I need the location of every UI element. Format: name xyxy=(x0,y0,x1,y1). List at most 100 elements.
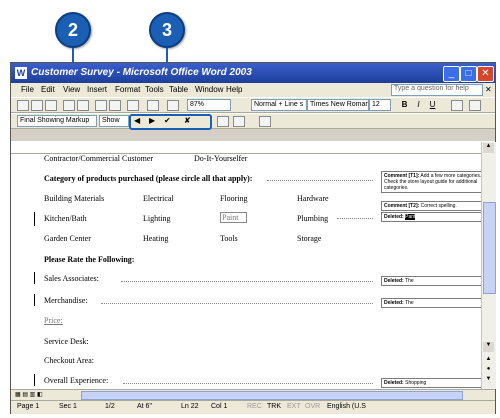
vertical-ruler[interactable] xyxy=(11,154,26,389)
category-heading: Category of products purchased (please c… xyxy=(44,174,253,183)
select-browse-object-icon[interactable]: ● xyxy=(483,366,494,375)
callout-3: 3 xyxy=(149,12,185,48)
deleted-balloon-3[interactable]: Deleted: The xyxy=(381,298,481,308)
status-page: Page 1 xyxy=(17,403,40,410)
menu-window[interactable]: Window xyxy=(195,85,223,94)
menu-table[interactable]: Table xyxy=(169,85,188,94)
rate-service-desk: Service Desk: xyxy=(44,337,89,346)
menu-help[interactable]: Help xyxy=(226,85,242,94)
close-document-icon[interactable]: ✕ xyxy=(485,85,492,94)
comment-2-text: Correct spelling. xyxy=(420,203,457,209)
deleted-1-label: Deleted: xyxy=(384,214,404,220)
menu-file[interactable]: File xyxy=(21,85,34,94)
line-spacing-icon[interactable] xyxy=(451,100,463,111)
horizontal-ruler[interactable] xyxy=(11,141,495,154)
deleted-2-text: The xyxy=(405,278,414,284)
font-select[interactable]: Times New Roman xyxy=(307,99,369,111)
redo-icon[interactable] xyxy=(147,100,159,111)
deleted-3-label: Deleted: xyxy=(384,300,404,306)
deleted-balloon-4[interactable]: Deleted: Shopping xyxy=(381,378,481,388)
vertical-scrollbar[interactable]: ▲ ▼ ▲ ● ▼ xyxy=(481,142,496,389)
previous-change-icon[interactable]: ◀ xyxy=(134,116,140,125)
status-trk[interactable]: TRK xyxy=(267,403,281,410)
print-icon[interactable] xyxy=(63,100,75,111)
menu-tools[interactable]: Tools xyxy=(145,85,164,94)
status-page-of: 1/2 xyxy=(105,403,115,410)
deleted-2-connector xyxy=(121,281,373,282)
comment-balloon-2[interactable]: Comment [T2]: Correct spelling. xyxy=(381,201,481,211)
view-buttons[interactable]: ▦ ▤ ▥ ◧ xyxy=(15,391,63,399)
open-icon[interactable] xyxy=(31,100,43,111)
cat-hardware: Hardware xyxy=(297,194,329,203)
show-menu[interactable]: Show xyxy=(99,115,129,127)
standard-formatting-toolbar: 87% Normal + Line s Times New Roman 12 B… xyxy=(11,97,495,113)
menu-insert[interactable]: Insert xyxy=(87,85,107,94)
previous-page-icon[interactable]: ▲ xyxy=(483,356,494,365)
comment-1-connector xyxy=(267,180,373,181)
status-ext[interactable]: EXT xyxy=(287,403,301,410)
next-page-icon[interactable]: ▼ xyxy=(483,376,494,385)
maximize-button[interactable]: □ xyxy=(460,66,477,82)
close-button[interactable]: ✕ xyxy=(477,66,494,82)
cat-plumbing: Plumbing xyxy=(297,214,329,223)
cat-paint: Paint xyxy=(220,212,248,223)
scroll-up-icon[interactable]: ▲ xyxy=(483,143,494,153)
status-ovr[interactable]: OVR xyxy=(305,403,320,410)
underline-button[interactable]: U xyxy=(427,100,438,110)
deleted-balloon-1[interactable]: Deleted: Pant xyxy=(381,212,481,222)
deleted-4-text: Shopping xyxy=(405,380,427,386)
new-icon[interactable] xyxy=(17,100,29,111)
align-icon[interactable] xyxy=(469,100,481,111)
zoom-select[interactable]: 87% xyxy=(187,99,231,111)
deleted-3-text: The xyxy=(405,300,414,306)
rate-checkout-area: Checkout Area: xyxy=(44,356,94,365)
deleted-balloon-2[interactable]: Deleted: The xyxy=(381,276,481,286)
accept-change-icon[interactable]: ✔ xyxy=(164,116,171,125)
new-comment-icon[interactable] xyxy=(217,116,229,127)
cat-tools: Tools xyxy=(220,234,238,243)
scroll-thumb[interactable] xyxy=(483,202,496,294)
status-col: Col 1 xyxy=(211,403,228,410)
change-bar-overall xyxy=(34,374,35,386)
drawing-icon[interactable] xyxy=(167,100,179,111)
deleted-1-text: Pant xyxy=(405,214,416,220)
cat-electrical: Electrical xyxy=(143,194,174,203)
document-area[interactable]: Contractor/Commercial Customer Do-It-You… xyxy=(25,154,481,389)
bold-button[interactable]: B xyxy=(399,100,410,110)
paste-icon[interactable] xyxy=(109,100,121,111)
callout-2: 2 xyxy=(55,12,91,48)
menu-edit[interactable]: Edit xyxy=(41,85,55,94)
undo-icon[interactable] xyxy=(127,100,139,111)
style-select[interactable]: Normal + Line s xyxy=(251,99,307,111)
change-bar-sales xyxy=(34,272,35,284)
cat-building-materials: Building Materials xyxy=(44,194,105,203)
menu-view[interactable]: View xyxy=(63,85,80,94)
print-preview-icon[interactable] xyxy=(77,100,89,111)
track-changes-icon[interactable] xyxy=(233,116,245,127)
reject-change-icon[interactable]: ✘ xyxy=(184,116,191,125)
scroll-down-icon[interactable]: ▼ xyxy=(483,342,494,352)
font-size-select[interactable]: 12 xyxy=(369,99,391,111)
title-bar[interactable]: W Customer Survey - Microsoft Office Wor… xyxy=(11,63,495,83)
next-change-icon[interactable]: ▶ xyxy=(149,116,155,125)
rate-sales-associates: Sales Associates: xyxy=(44,274,99,283)
rate-heading: Please Rate the Following: xyxy=(44,255,135,264)
rate-price: Price: xyxy=(44,316,63,325)
cut-icon[interactable] xyxy=(95,100,107,111)
save-icon[interactable] xyxy=(45,100,57,111)
italic-button[interactable]: I xyxy=(413,100,424,110)
comment-balloon-1[interactable]: Comment [T1]: Add a few more categories.… xyxy=(381,171,481,193)
reviewing-pane-icon[interactable] xyxy=(259,116,271,127)
rate-merchandise: Merchandise: xyxy=(44,296,88,305)
deleted-4-label: Deleted: xyxy=(384,380,404,386)
menu-bar: File Edit View Insert Format Tools Table… xyxy=(11,83,495,97)
menu-format[interactable]: Format xyxy=(115,85,140,94)
status-rec[interactable]: REC xyxy=(247,403,262,410)
horizontal-scroll-thumb[interactable] xyxy=(81,391,463,400)
cat-garden-center: Garden Center xyxy=(44,234,91,243)
ask-question-input[interactable]: Type a question for help xyxy=(391,84,483,96)
minimize-button[interactable]: _ xyxy=(443,66,460,82)
change-bar-row2 xyxy=(34,212,35,226)
display-for-review-select[interactable]: Final Showing Markup xyxy=(17,115,97,127)
deleted-1-connector xyxy=(337,218,373,219)
